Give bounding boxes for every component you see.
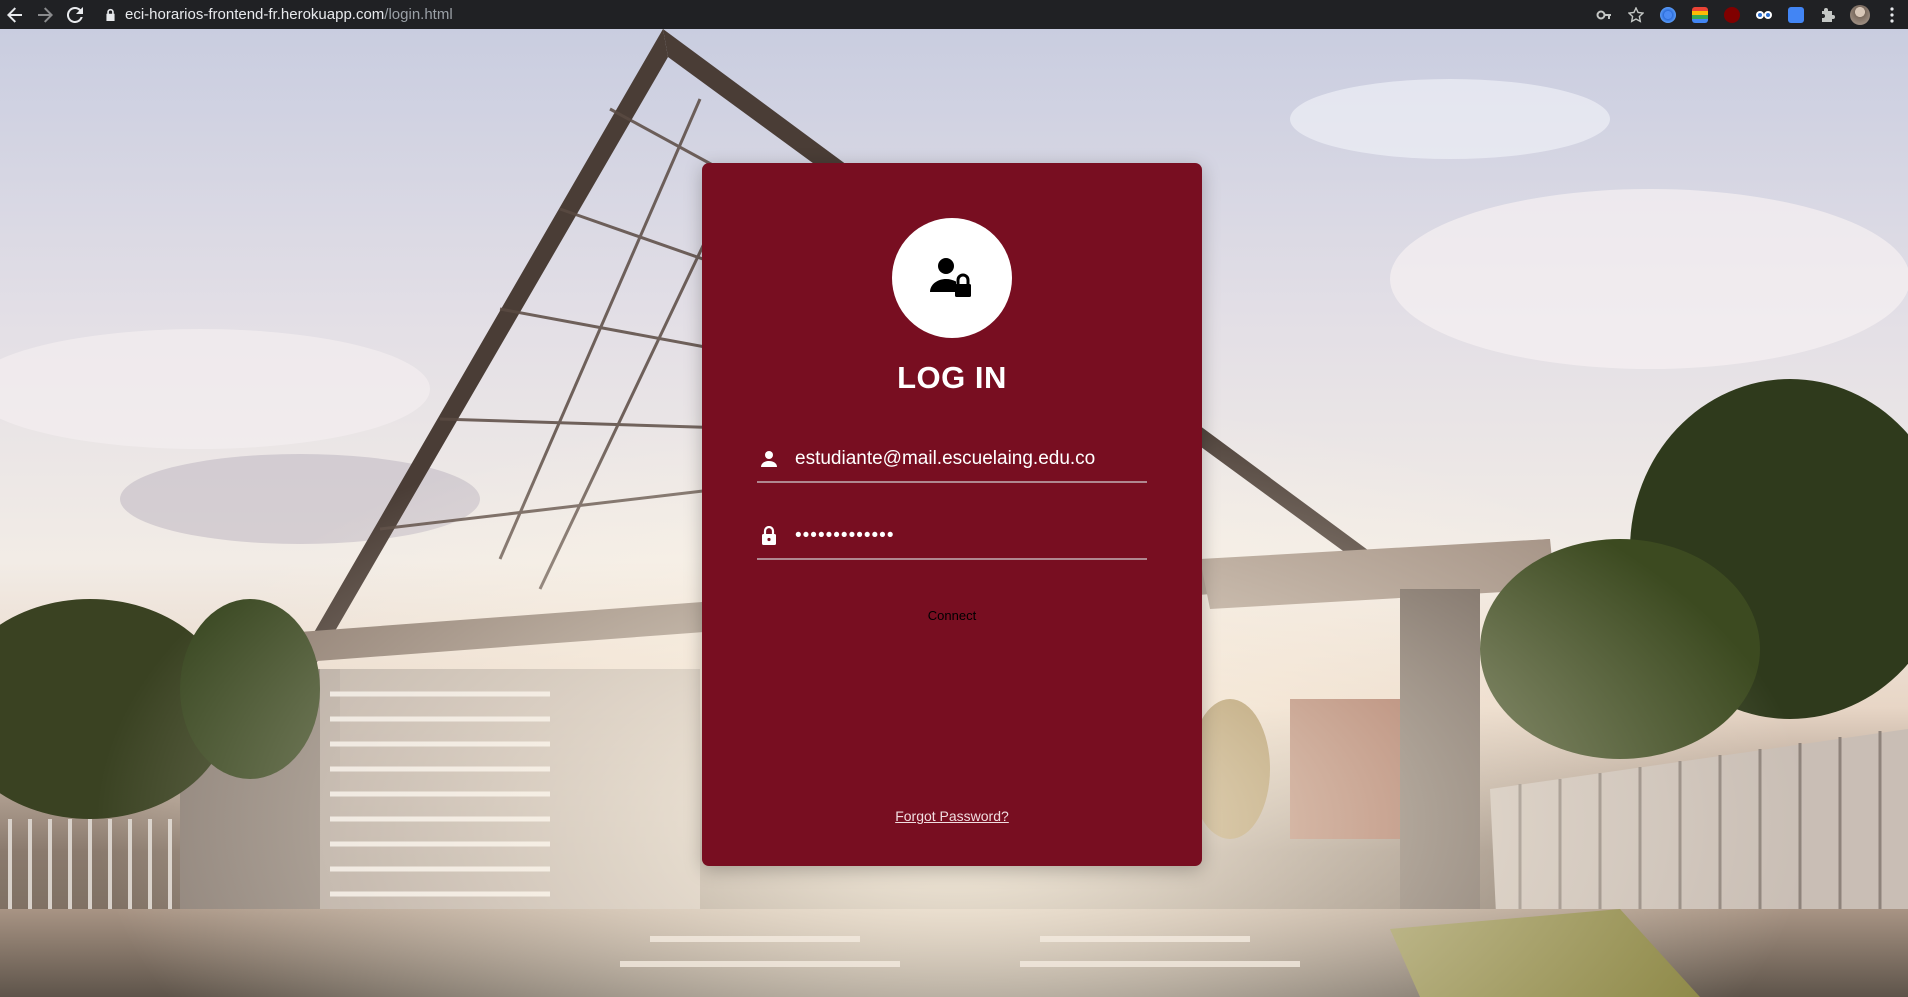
lock-icon — [757, 524, 781, 548]
back-button[interactable] — [0, 0, 30, 29]
reload-button[interactable] — [60, 0, 90, 29]
email-input[interactable] — [795, 448, 1147, 470]
ublock-icon[interactable] — [1716, 0, 1748, 29]
password-input[interactable] — [795, 525, 1147, 547]
login-title: LOG IN — [897, 360, 1007, 395]
chrome-ext-icon[interactable] — [1652, 0, 1684, 29]
browser-toolbar: eci-horarios-frontend-fr.herokuapp.com/l… — [0, 0, 1908, 29]
menu-dots-icon[interactable] — [1876, 0, 1908, 29]
url-path: /login.html — [384, 6, 453, 23]
reload-icon — [67, 6, 83, 23]
lock-icon — [106, 8, 115, 21]
profile-avatar[interactable] — [1844, 0, 1876, 29]
puzzle-icon[interactable] — [1812, 0, 1844, 29]
forgot-password-link[interactable]: Forgot Password? — [702, 808, 1202, 824]
arrow-right-icon — [38, 6, 53, 23]
user-lock-icon — [930, 258, 971, 297]
password-field — [757, 514, 1147, 560]
forward-button[interactable] — [30, 0, 60, 29]
person-icon — [757, 447, 781, 471]
avatar — [892, 218, 1012, 338]
sheets-ext-icon[interactable] — [1684, 0, 1716, 29]
connect-button[interactable]: Connect — [702, 607, 1202, 624]
address-bar[interactable]: eci-horarios-frontend-fr.herokuapp.com/l… — [104, 0, 453, 29]
login-card: LOG IN Connect Forgot Password? — [702, 163, 1202, 866]
arrow-left-icon — [7, 6, 22, 23]
ext-eyes-icon[interactable] — [1748, 0, 1780, 29]
key-icon[interactable] — [1588, 0, 1620, 29]
extensions-area — [1588, 0, 1908, 29]
translate-icon[interactable] — [1780, 0, 1812, 29]
username-field — [757, 437, 1147, 483]
star-icon[interactable] — [1620, 0, 1652, 29]
url-host: eci-horarios-frontend-fr.herokuapp.com — [125, 6, 385, 23]
